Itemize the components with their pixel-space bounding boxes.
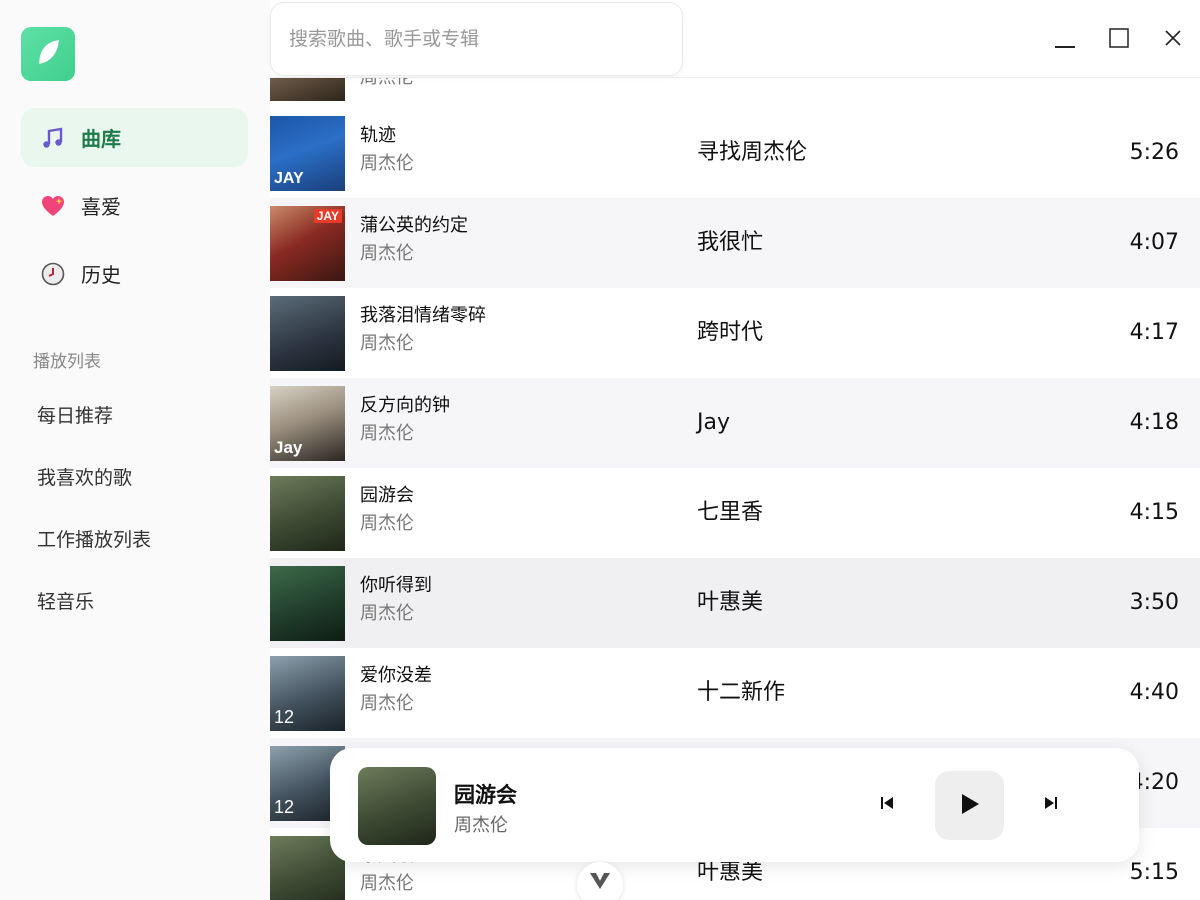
minimize-icon xyxy=(1054,27,1076,53)
now-playing-title: 园游会 xyxy=(454,783,517,807)
collapse-player-button[interactable] xyxy=(577,862,623,900)
maximize-icon xyxy=(1108,27,1130,53)
song-title: 反方向的钟 xyxy=(360,395,450,416)
song-artist: 周杰伦 xyxy=(360,333,414,354)
skip-previous-icon xyxy=(879,795,895,815)
table-row[interactable]: JAY 蒲公英的约定 周杰伦 我很忙 4:07 xyxy=(270,198,1200,288)
song-artist: 周杰伦 xyxy=(360,873,414,894)
heart-icon xyxy=(40,193,66,219)
song-title: 蒲公英的约定 xyxy=(360,215,468,236)
sidebar-item-library[interactable]: 曲库 xyxy=(21,108,248,167)
song-title: 爱你没差 xyxy=(360,665,432,686)
now-playing-cover xyxy=(358,767,436,845)
sidebar-item-history[interactable]: 历史 xyxy=(21,244,248,303)
album-cover: JAY xyxy=(270,115,345,191)
song-duration: 4:15 xyxy=(1129,500,1179,525)
song-title: 轨迹 xyxy=(360,125,396,146)
play-button[interactable] xyxy=(935,771,1004,840)
song-duration: 3:50 xyxy=(1129,590,1179,615)
song-duration: 4:40 xyxy=(1129,680,1179,705)
song-artist: 周杰伦 xyxy=(360,153,414,174)
table-row[interactable]: Jay 反方向的钟周杰伦 Jay 4:18 xyxy=(270,378,1200,468)
album-cover: 12 xyxy=(270,655,345,731)
sidebar-item-label: 喜爱 xyxy=(81,195,121,219)
close-button[interactable] xyxy=(1155,22,1191,58)
app-logo xyxy=(21,27,75,81)
table-row[interactable]: 你听得到周杰伦 叶惠美 3:50 xyxy=(270,558,1200,648)
close-icon xyxy=(1163,28,1183,52)
song-title: 园游会 xyxy=(360,485,414,506)
playlist-item-light[interactable]: 轻音乐 xyxy=(37,582,151,644)
play-icon xyxy=(959,792,981,820)
playlist-item-work[interactable]: 工作播放列表 xyxy=(37,520,151,582)
album-cover xyxy=(270,565,345,641)
sidebar-nav: 曲库 喜爱 历史 xyxy=(21,108,248,312)
album-cover xyxy=(270,475,345,551)
player-bar: 园游会 周杰伦 xyxy=(330,748,1139,862)
song-title: 你听得到 xyxy=(360,575,432,596)
cover-text: JAY xyxy=(274,169,304,187)
song-duration: 4:18 xyxy=(1129,410,1179,435)
song-duration: 4:07 xyxy=(1129,230,1179,255)
minimize-button[interactable] xyxy=(1047,22,1083,58)
cover-text: 12 xyxy=(274,706,295,727)
cover-text: 12 xyxy=(274,796,295,817)
chevron-down-icon xyxy=(589,872,611,894)
search-box xyxy=(270,2,683,76)
sidebar-item-label: 历史 xyxy=(81,263,121,287)
skip-next-icon xyxy=(1043,795,1059,815)
playlist-list: 每日推荐 我喜欢的歌 工作播放列表 轻音乐 xyxy=(37,396,151,644)
song-album: Jay xyxy=(697,410,730,435)
song-artist: 周杰伦 xyxy=(360,603,414,624)
search-input[interactable] xyxy=(289,28,669,50)
sidebar-item-favorites[interactable]: 喜爱 xyxy=(21,176,248,235)
song-album: 七里香 xyxy=(697,500,764,525)
music-note-icon xyxy=(40,125,66,151)
table-row[interactable]: 我落泪情绪零碎 周杰伦 跨时代 4:17 xyxy=(270,288,1200,378)
cover-text: Jay xyxy=(274,437,303,457)
table-row[interactable]: JAY 轨迹周杰伦 寻找周杰伦 5:26 xyxy=(270,108,1200,198)
song-album: 叶惠美 xyxy=(697,590,764,615)
song-artist: 周杰伦 xyxy=(360,693,414,714)
playlists-heading: 播放列表 xyxy=(33,352,101,372)
cover-text: JAY xyxy=(313,208,342,223)
song-album: 寻找周杰伦 xyxy=(697,140,808,165)
song-album: 我很忙 xyxy=(697,230,764,255)
song-artist: 周杰伦 xyxy=(360,423,414,444)
song-artist: 周杰伦 xyxy=(360,243,414,264)
table-row[interactable]: 园游会周杰伦 七里香 4:15 xyxy=(270,468,1200,558)
sidebar: 曲库 喜爱 历史 播放列表 每日推荐 我喜欢的歌 工作播放列表 轻音乐 xyxy=(0,0,270,900)
table-row[interactable]: 12 爱你没差周杰伦 十二新作 4:40 xyxy=(270,648,1200,738)
song-album: 十二新作 xyxy=(697,680,786,705)
song-duration: 5:26 xyxy=(1129,140,1179,165)
song-title: 我落泪情绪零碎 xyxy=(360,305,486,326)
maximize-button[interactable] xyxy=(1101,22,1137,58)
song-artist: 周杰伦 xyxy=(360,513,414,534)
sidebar-item-label: 曲库 xyxy=(81,127,121,151)
playlist-item-liked[interactable]: 我喜欢的歌 xyxy=(37,458,151,520)
song-duration: 4:17 xyxy=(1129,320,1179,345)
album-cover: Jay xyxy=(270,385,345,461)
song-album: 跨时代 xyxy=(697,320,764,345)
clock-icon xyxy=(40,261,66,287)
album-cover: JAY xyxy=(270,205,345,281)
playlist-item-daily[interactable]: 每日推荐 xyxy=(37,396,151,458)
now-playing-artist: 周杰伦 xyxy=(454,815,508,836)
leaf-icon xyxy=(36,39,60,69)
album-cover xyxy=(270,295,345,371)
next-button[interactable] xyxy=(1039,793,1063,817)
previous-button[interactable] xyxy=(875,793,899,817)
